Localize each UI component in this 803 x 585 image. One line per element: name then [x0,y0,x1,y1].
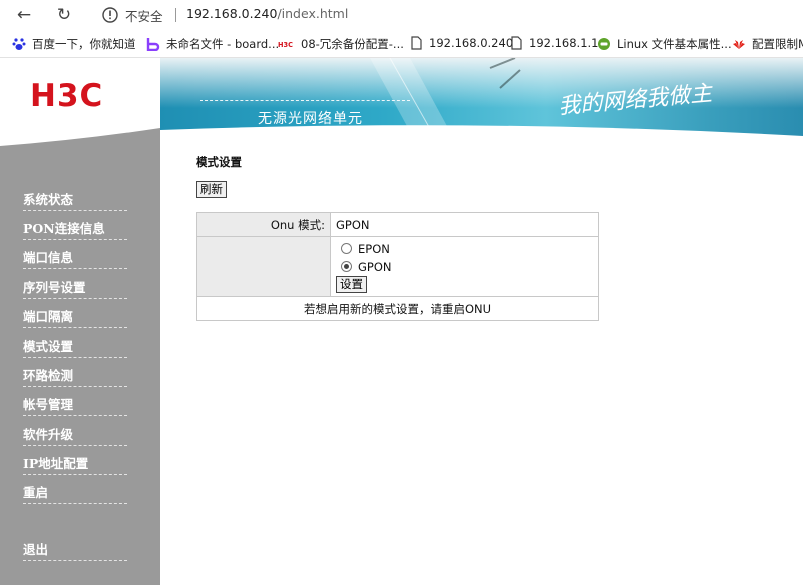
bookmark-item[interactable]: H3C 08-冗余备份配置-... [278,36,404,52]
page-icon [511,36,522,50]
sidebar-item-reboot[interactable]: 重启 [23,482,127,504]
refresh-button[interactable]: 刷新 [196,181,227,198]
set-button-wrap: 设置 [336,275,598,294]
url-path: /index.html [277,6,349,21]
page-header: H3C 无源光网络单元 我的网络我做主 [0,58,803,150]
insecure-label[interactable]: 不安全 [125,6,163,25]
epon-label: EPON [358,241,390,256]
sidebar-item-account[interactable]: 帐号管理 [23,394,127,416]
bookmark-item[interactable]: 百度一下，你就知道 [12,36,136,52]
sidebar-item-logout[interactable]: 退出 [23,539,127,561]
sidebar-item-ip-config[interactable]: IP地址配置 [23,453,127,475]
warning-icon[interactable] [102,7,118,23]
huawei-icon [733,40,745,49]
sidebar-item-serial-number[interactable]: 序列号设置 [23,277,127,299]
bookmark-item[interactable]: 192.168.1.1 [509,36,599,50]
logo-swoosh [0,128,160,150]
back-arrow-icon[interactable]: ← [13,4,35,26]
url-host: 192.168.0.240 [186,6,278,21]
url-field[interactable]: 192.168.0.240/index.html [186,6,348,21]
options-cell: EPON GPON 设置 [330,236,599,297]
sidebar-item-system-status[interactable]: 系统状态 [23,189,127,211]
set-button[interactable]: 设置 [336,275,367,293]
sidebar-item-upgrade[interactable]: 软件升级 [23,424,127,446]
banner-divider [200,100,410,101]
browser-toolbar: ← ↻ 不安全 192.168.0.240/index.html [0,0,803,30]
mode-options-row: EPON GPON 设置 [196,236,599,297]
bookmark-label: Linux 文件基本属性... [617,37,732,51]
sidebar-item-mode-setting[interactable]: 模式设置 [23,336,127,358]
note-row: 若想启用新的模式设置，请重启ONU [196,296,599,321]
bookmark-label: 192.168.0.240 [429,36,514,50]
bookmark-label: 192.168.1.1 [529,36,599,50]
gpon-label: GPON [358,259,392,274]
runoob-icon [598,38,610,50]
banner: 无源光网络单元 我的网络我做主 [160,58,803,150]
mode-label: Onu 模式: [196,212,331,237]
h3c-icon: H3C [278,41,293,49]
logo-area: H3C [0,58,160,150]
page-icon [411,36,422,50]
sidebar-item-port-info[interactable]: 端口信息 [23,247,127,269]
sidebar-item-port-isolation[interactable]: 端口隔离 [23,306,127,328]
svg-text:H3C: H3C [278,41,293,49]
radio-epon[interactable]: EPON [341,240,598,258]
gpon-radio-button[interactable] [341,261,352,272]
address-separator [175,8,176,22]
radio-gpon[interactable]: GPON [341,258,598,276]
board-icon [146,38,160,51]
bookmark-label: 未命名文件 - board... [166,37,280,51]
bookmark-item[interactable]: Linux 文件基本属性... [597,36,732,52]
reload-icon[interactable]: ↻ [53,4,75,26]
mode-value: GPON [330,212,599,237]
sidebar-item-pon-connection[interactable]: PON连接信息 [23,218,127,240]
sidebar-item-loop-detect[interactable]: 环路检测 [23,365,127,387]
options-label-cell [196,236,331,297]
mode-settings-table: Onu 模式: GPON EPON GPON 设置 若想启用新的模式设置，请重启… [196,212,599,321]
sidebar-menu: 系统状态 PON连接信息 端口信息 序列号设置 端口隔离 模式设置 环路检测 帐… [0,150,160,585]
bookmark-label: 配置限制M [752,37,803,51]
bookmark-label: 百度一下，你就知道 [32,37,136,51]
bookmark-label: 08-冗余备份配置-... [301,37,404,51]
mode-row: Onu 模式: GPON [196,212,599,237]
bookmark-item[interactable]: 192.168.0.240 [409,36,513,50]
bookmark-item[interactable]: 未命名文件 - board... [146,36,279,52]
bookmarks-bar: 百度一下，你就知道 未命名文件 - board... H3C 08-冗余备份配置… [0,30,803,58]
baidu-icon [12,38,26,50]
epon-radio-button[interactable] [341,243,352,254]
page-title: 模式设置 [196,155,242,169]
reboot-note: 若想启用新的模式设置，请重启ONU [196,296,599,321]
banner-subtitle: 无源光网络单元 [258,111,363,127]
bookmark-item[interactable]: 配置限制M [732,36,803,52]
